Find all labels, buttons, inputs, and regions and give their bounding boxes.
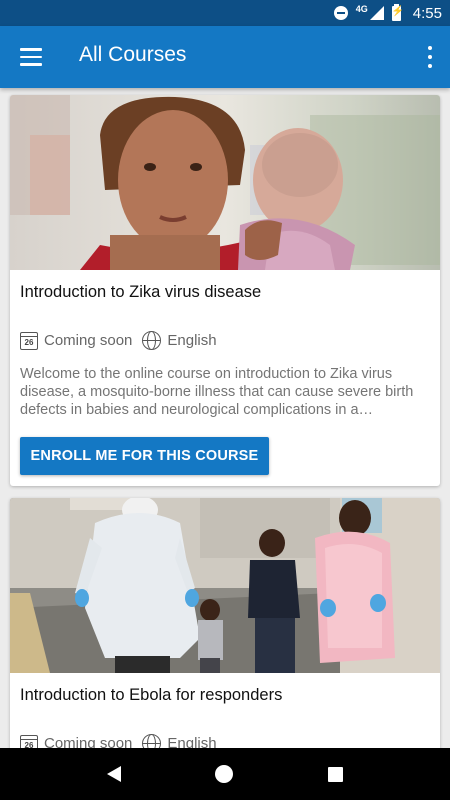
home-icon[interactable] [215,765,234,783]
health-workers-with-children-photo [10,498,440,673]
signal-icon [369,6,384,20]
availability-text: Coming soon [44,735,133,748]
course-meta: 26 Coming soon English [20,734,227,748]
course-meta: 26 Coming soon English [20,331,227,350]
course-title[interactable]: Introduction to Ebola for responders [20,686,282,705]
calendar-icon: 26 [20,331,38,350]
more-vert-icon[interactable] [426,46,434,68]
mother-holding-baby-photo [10,95,440,270]
enroll-button[interactable]: ENROLL ME FOR THIS COURSE [20,437,269,475]
course-image[interactable] [10,95,440,270]
language-text: English [167,735,217,748]
course-title[interactable]: Introduction to Zika virus disease [20,283,261,302]
hamburger-menu-icon[interactable] [20,48,42,66]
back-icon[interactable] [107,766,122,782]
status-time: 4:55 [412,4,442,22]
app-bar: All Courses [0,26,450,88]
status-bar: 4G ⚡ 4:55 [0,0,450,26]
course-card[interactable]: Introduction to Ebola for responders 26 … [10,498,440,748]
language: English [142,331,217,350]
language: English [142,734,217,748]
availability-text: Coming soon [44,332,133,349]
network-type: 4G [355,4,368,14]
globe-icon [142,734,162,748]
navigation-bar [0,748,450,800]
language-text: English [167,332,217,349]
calendar-icon: 26 [20,734,38,748]
availability: 26 Coming soon [20,331,133,350]
course-list[interactable]: Introduction to Zika virus disease 26 Co… [0,88,450,748]
availability: 26 Coming soon [20,734,133,748]
course-description: Welcome to the online course on introduc… [20,366,414,418]
page-title: All Courses [79,43,187,66]
course-card[interactable]: Introduction to Zika virus disease 26 Co… [10,95,440,486]
course-image[interactable] [10,498,440,673]
battery-charging-icon: ⚡ [391,3,404,21]
do-not-disturb-icon [333,6,348,20]
recent-apps-icon[interactable] [327,766,343,782]
globe-icon [142,331,162,350]
